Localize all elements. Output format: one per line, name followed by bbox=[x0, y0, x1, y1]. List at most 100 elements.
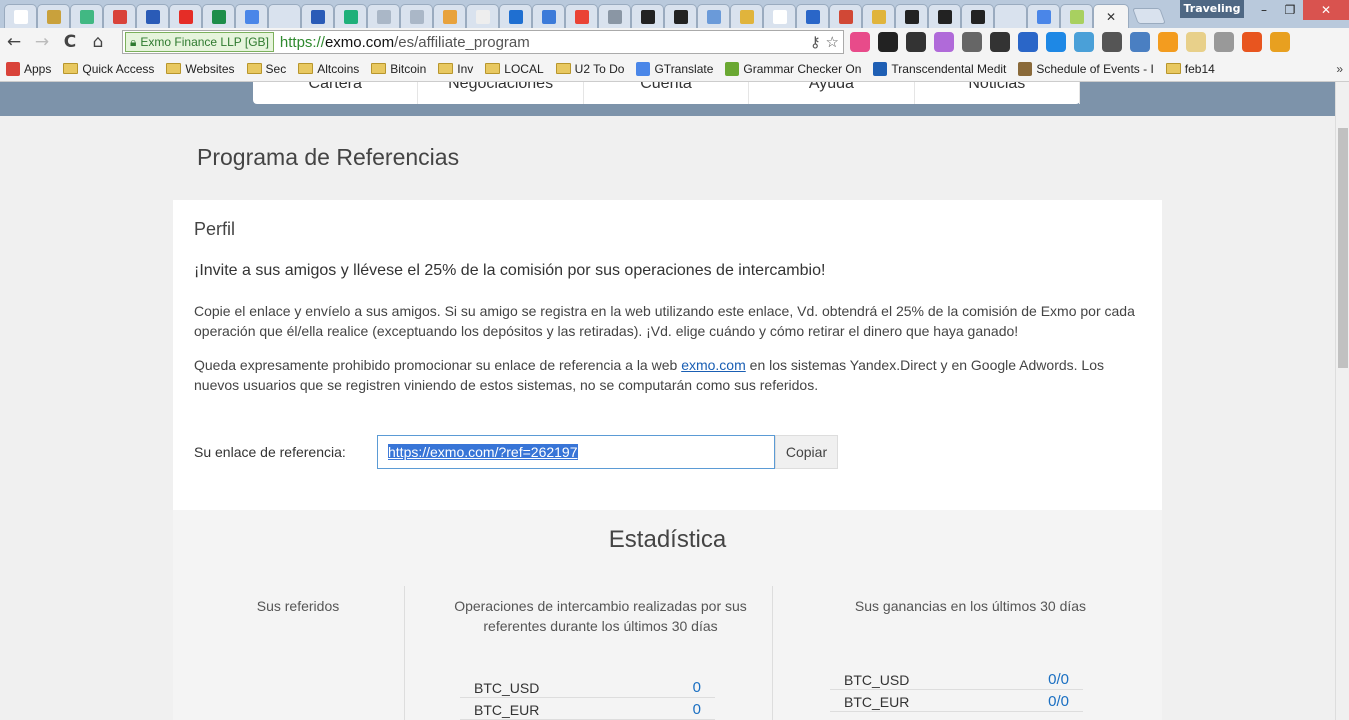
scrollbar-thumb[interactable] bbox=[1338, 128, 1348, 368]
scrollbar[interactable] bbox=[1335, 82, 1349, 720]
folder-icon bbox=[166, 63, 182, 74]
extension-icon[interactable] bbox=[1074, 32, 1094, 52]
browser-tab[interactable] bbox=[169, 4, 202, 28]
browser-tab[interactable] bbox=[730, 4, 763, 28]
browser-tab[interactable] bbox=[961, 4, 994, 28]
ev-certificate-badge[interactable]: 🔒︎ Exmo Finance LLP [GB] bbox=[125, 32, 274, 52]
bookmark-item[interactable]: feb14 bbox=[1165, 62, 1215, 76]
extension-icon[interactable] bbox=[934, 32, 954, 52]
bookmark-item[interactable]: LOCAL bbox=[485, 62, 544, 76]
browser-tab[interactable] bbox=[301, 4, 334, 28]
bookmark-item[interactable]: Sec bbox=[246, 62, 286, 76]
bookmark-star-icon[interactable]: ☆ bbox=[826, 33, 839, 51]
profile-button[interactable]: Traveling bbox=[1180, 0, 1244, 18]
bookmark-item[interactable]: Altcoins bbox=[298, 62, 359, 76]
extension-icon[interactable] bbox=[1130, 32, 1150, 52]
brain-icon bbox=[607, 9, 622, 24]
invite-heading: ¡Invite a sus amigos y llévese el 25% de… bbox=[194, 262, 826, 279]
bookmark-item[interactable]: Bitcoin bbox=[371, 62, 426, 76]
browser-tab[interactable] bbox=[598, 4, 631, 28]
browser-tab[interactable] bbox=[829, 4, 862, 28]
bookmark-label: Schedule of Events - I bbox=[1036, 61, 1154, 76]
address-bar[interactable]: 🔒︎ Exmo Finance LLP [GB] https://exmo.com… bbox=[122, 30, 844, 54]
browser-tab[interactable] bbox=[70, 4, 103, 28]
browser-tab[interactable] bbox=[532, 4, 565, 28]
site-favicon-icon bbox=[636, 61, 651, 76]
extension-icon[interactable] bbox=[1214, 32, 1234, 52]
extension-icon[interactable] bbox=[990, 32, 1010, 52]
browser-tab[interactable] bbox=[103, 4, 136, 28]
nav-item[interactable]: Cartera bbox=[253, 82, 419, 104]
extension-icon[interactable] bbox=[1102, 32, 1122, 52]
bookmark-item[interactable]: GTranslate bbox=[636, 61, 713, 76]
browser-tab[interactable] bbox=[334, 4, 367, 28]
url-text[interactable]: https://exmo.com/es/affiliate_program bbox=[280, 34, 530, 51]
extension-icon[interactable] bbox=[1242, 32, 1262, 52]
exmo-link[interactable]: exmo.com bbox=[681, 357, 746, 373]
bookmark-item[interactable]: Apps bbox=[6, 61, 52, 76]
browser-tab[interactable] bbox=[1060, 4, 1093, 28]
ethereum-icon bbox=[310, 9, 325, 24]
browser-tab[interactable] bbox=[268, 4, 301, 28]
bookmark-item[interactable]: Transcendental Medit bbox=[873, 61, 1006, 76]
bookmark-label: Bitcoin bbox=[390, 61, 427, 76]
active-tab[interactable]: ✕ bbox=[1093, 4, 1129, 28]
browser-tab[interactable] bbox=[697, 4, 730, 28]
bookmarks-more-button[interactable]: » bbox=[1336, 62, 1343, 76]
extension-icon[interactable] bbox=[1158, 32, 1178, 52]
browser-tab[interactable] bbox=[1027, 4, 1060, 28]
browser-tab[interactable] bbox=[466, 4, 499, 28]
extension-icon[interactable] bbox=[906, 32, 926, 52]
reload-button[interactable]: C bbox=[56, 32, 84, 52]
close-window-button[interactable]: ✕ bbox=[1303, 0, 1349, 20]
close-tab-icon[interactable]: ✕ bbox=[1104, 10, 1118, 24]
browser-tab[interactable] bbox=[664, 4, 697, 28]
bookmark-item[interactable]: Inv bbox=[438, 62, 473, 76]
key-icon[interactable]: ⚷ bbox=[810, 33, 821, 51]
browser-tab[interactable] bbox=[235, 4, 268, 28]
extension-icon[interactable] bbox=[1018, 32, 1038, 52]
new-tab-button[interactable] bbox=[1132, 8, 1166, 24]
medium-icon bbox=[343, 9, 358, 24]
browser-tab[interactable] bbox=[796, 4, 829, 28]
browser-tab[interactable] bbox=[862, 4, 895, 28]
browser-tab[interactable] bbox=[895, 4, 928, 28]
browser-tab[interactable] bbox=[499, 4, 532, 28]
extension-icon[interactable] bbox=[850, 32, 870, 52]
referral-link-input[interactable]: https://exmo.com/?ref=262197 bbox=[377, 435, 775, 469]
restore-button[interactable]: ❐ bbox=[1276, 0, 1304, 20]
browser-tab[interactable] bbox=[400, 4, 433, 28]
browser-tab[interactable] bbox=[367, 4, 400, 28]
nav-item[interactable]: Negociaciones bbox=[418, 82, 584, 104]
nav-item[interactable]: Noticias bbox=[915, 82, 1081, 104]
bookmark-item[interactable]: Websites bbox=[166, 62, 235, 76]
extension-icon[interactable] bbox=[878, 32, 898, 52]
extension-icon[interactable] bbox=[1270, 32, 1290, 52]
browser-tab[interactable] bbox=[433, 4, 466, 28]
forward-button[interactable]: → bbox=[28, 32, 56, 52]
nav-item[interactable]: Cuenta bbox=[584, 82, 750, 104]
bookmark-item[interactable]: Quick Access bbox=[63, 62, 154, 76]
browser-tab[interactable] bbox=[994, 4, 1027, 28]
nav-item[interactable]: Ayuda bbox=[749, 82, 915, 104]
home-button[interactable]: ⌂ bbox=[84, 32, 112, 52]
bookmark-label: Apps bbox=[24, 61, 52, 76]
browser-tab[interactable] bbox=[37, 4, 70, 28]
extension-icon[interactable] bbox=[1186, 32, 1206, 52]
browser-tab[interactable] bbox=[202, 4, 235, 28]
browser-tab[interactable] bbox=[565, 4, 598, 28]
copy-button[interactable]: Copiar bbox=[775, 435, 838, 469]
browser-tab[interactable] bbox=[631, 4, 664, 28]
browser-tab[interactable] bbox=[763, 4, 796, 28]
grid-icon bbox=[871, 9, 886, 24]
bookmark-item[interactable]: U2 To Do bbox=[555, 62, 624, 76]
browser-tab[interactable] bbox=[4, 4, 37, 28]
extension-icon[interactable] bbox=[1046, 32, 1066, 52]
bookmark-item[interactable]: Schedule of Events - I bbox=[1018, 61, 1154, 76]
browser-tab[interactable] bbox=[136, 4, 169, 28]
back-button[interactable]: ← bbox=[0, 32, 28, 52]
extension-icon[interactable] bbox=[962, 32, 982, 52]
browser-tab[interactable] bbox=[928, 4, 961, 28]
bookmark-item[interactable]: Grammar Checker On bbox=[725, 61, 861, 76]
minimize-button[interactable]: – bbox=[1250, 0, 1278, 20]
